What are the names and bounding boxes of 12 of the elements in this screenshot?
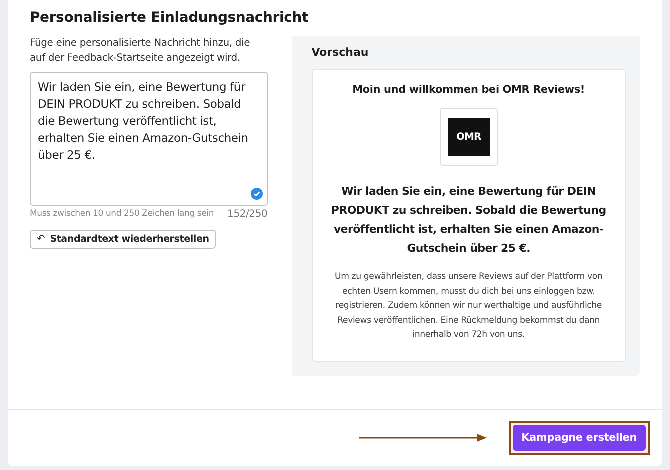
description-text: Füge eine personalisierte Nachricht hinzu, die auf der Feedback-Startseite angezeigt wird.: [30, 37, 252, 66]
preview-message: Wir laden Sie ein, eine Bewertung für DEIN PRODUKT zu schreiben. Sobald die Bewertung veröffentlicht ist, erhalten Sie einen Amazon-Gutschein über 25 €.: [330, 184, 608, 257]
create-campaign-button[interactable]: Kampagne erstellen: [512, 425, 646, 451]
section-title: Personalisierte Einladungsnachricht: [30, 10, 310, 26]
preview-heading: Vorschau: [312, 46, 370, 59]
character-counter: 152/250: [228, 209, 268, 220]
logo: OMR: [448, 118, 490, 156]
message-field[interactable]: Wir laden Sie ein, eine Bewertung für DEIN PRODUKT zu schreiben. Sobald die Bewertung veröffentlicht ist, erhalten Sie einen Amazon-Gutschein über 25 €.: [30, 72, 268, 206]
greeting-text: Moin und willkommen bei OMR Reviews!: [352, 84, 586, 96]
hint-text: Muss zwischen 10 und 250 Zeichen lang sein: [30, 209, 214, 220]
note-text: Um zu gewährleisten, dass unsere Reviews auf der Plattform von echten Usern kommen, musst du dich bei uns einloggen bzw. registrieren. Zudem können wir nur werthaltige und ausführliche Reviews veröffentlichen. Eine Rückmeldung bekommst du dann innerhalb von 72h von uns.: [334, 271, 604, 342]
reset-button[interactable]: ↶ Standardtext wiederherstellen: [30, 230, 216, 249]
